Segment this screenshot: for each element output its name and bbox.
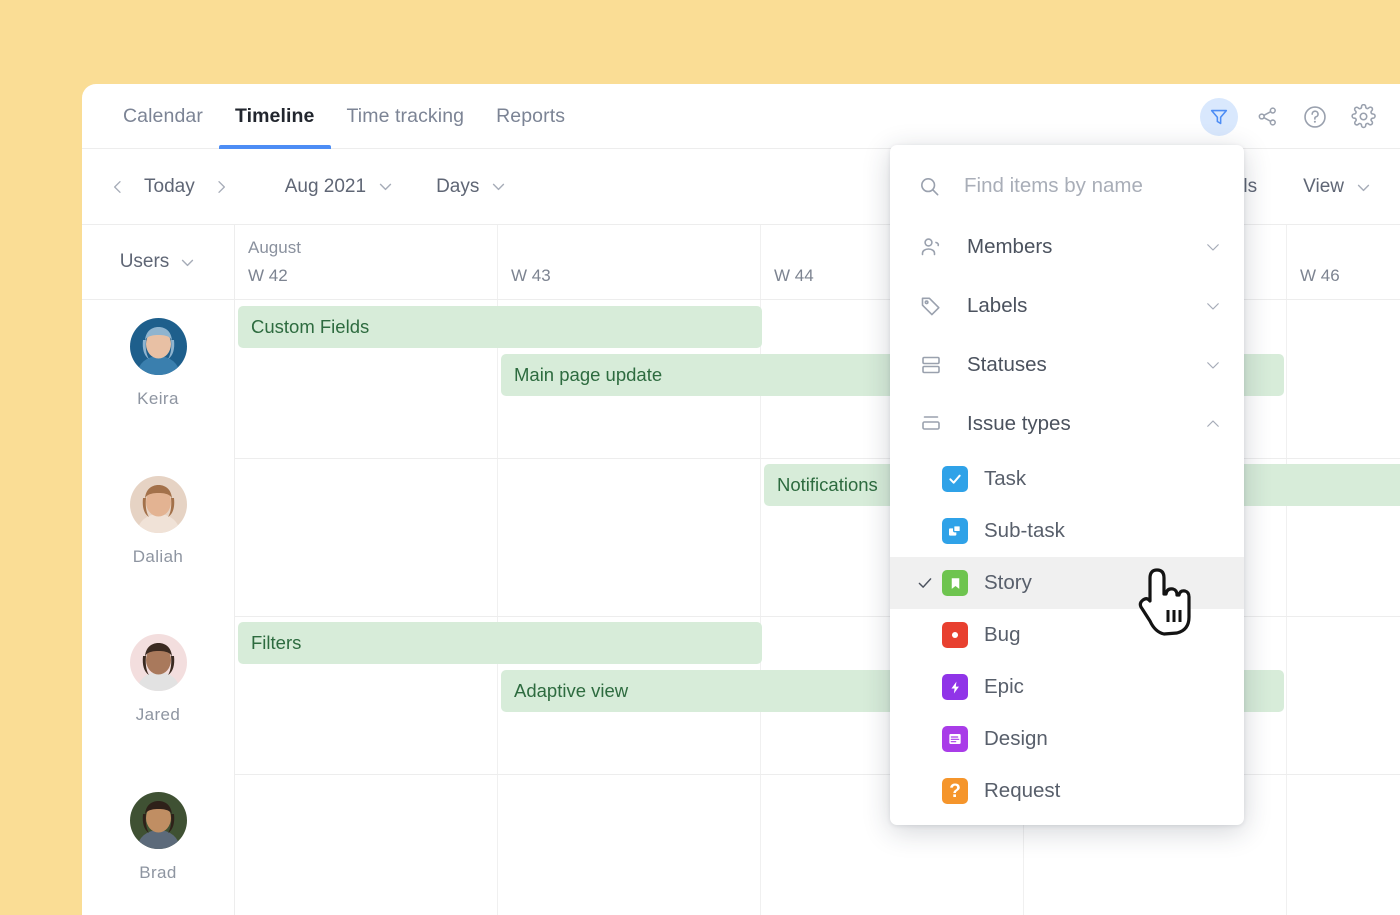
week-label: W 42	[248, 266, 288, 285]
user-row: Jared	[82, 616, 234, 774]
user-name: Jared	[135, 705, 181, 724]
tab-timeline[interactable]: Timeline	[218, 84, 331, 149]
chevron-down-icon	[1204, 238, 1222, 256]
design-icon	[942, 726, 968, 752]
issue-type-label: Sub-task	[984, 519, 1065, 542]
prev-period-button[interactable]	[102, 171, 134, 203]
story-icon	[942, 570, 968, 596]
avatar[interactable]	[129, 634, 187, 691]
user-name: Brad	[139, 863, 177, 882]
issue-type-label: Request	[984, 779, 1061, 802]
view-selector[interactable]: View	[1303, 176, 1372, 198]
filter-group-members[interactable]: Members	[890, 217, 1244, 276]
share-icon[interactable]	[1248, 98, 1286, 136]
timeline-bar[interactable]: Filters	[238, 622, 762, 664]
task-icon	[942, 466, 968, 492]
chevron-down-icon	[1355, 179, 1372, 196]
label-tag-icon	[918, 294, 944, 318]
issue-types-icon	[918, 412, 944, 436]
lane-column	[1287, 300, 1400, 915]
issue-type-label: Design	[984, 727, 1048, 750]
user-name: Keira	[137, 389, 179, 408]
tab-bar: Calendar Timeline Time tracking Reports	[82, 84, 1400, 149]
next-period-button[interactable]	[205, 171, 237, 203]
filter-group-labels[interactable]: Labels	[890, 276, 1244, 335]
gear-icon[interactable]	[1344, 98, 1382, 136]
period-label: Aug 2021	[284, 175, 367, 197]
filter-group-label: Labels	[967, 293, 1028, 317]
search-input[interactable]	[964, 174, 1214, 198]
week-label: W 43	[511, 266, 551, 285]
week-header-cell: W 43	[498, 225, 761, 299]
issue-type-sub-task[interactable]: Sub-task	[890, 505, 1244, 557]
tab-reports[interactable]: Reports	[480, 84, 581, 149]
truncated-toolbar-label: ls	[1243, 176, 1258, 197]
tab-label: Calendar	[123, 104, 203, 127]
toolbar-right-group: ls View	[1243, 149, 1372, 225]
check-icon	[908, 574, 942, 592]
statuses-icon	[918, 353, 944, 377]
users-column-header[interactable]: Users	[82, 225, 235, 299]
tab-label: Time tracking	[346, 104, 465, 127]
filter-group-label: Statuses	[967, 352, 1047, 376]
user-name: Daliah	[132, 547, 184, 566]
filter-group-label: Members	[967, 234, 1053, 258]
epic-icon	[942, 674, 968, 700]
timeline-bar[interactable]: Custom Fields	[238, 306, 762, 348]
help-icon[interactable]	[1296, 98, 1334, 136]
avatar[interactable]	[129, 792, 187, 849]
chevron-down-icon	[1204, 356, 1222, 374]
tab-bar-actions	[1200, 84, 1382, 149]
filter-icon[interactable]	[1200, 97, 1238, 136]
zoom-level-label: Days	[436, 175, 480, 197]
members-icon	[918, 235, 944, 259]
chevron-down-icon	[490, 178, 507, 195]
issue-type-label: Bug	[984, 623, 1021, 646]
issue-type-design[interactable]: Design	[890, 713, 1244, 765]
issue-type-task[interactable]: Task	[890, 453, 1244, 505]
filter-dropdown-panel: Members Labels Statuses Issue types Task Sub…	[890, 145, 1244, 825]
filter-group-issue-types[interactable]: Issue types	[890, 394, 1244, 453]
chevron-down-icon	[179, 254, 196, 271]
issue-type-request[interactable]: ? Request	[890, 765, 1244, 817]
avatar[interactable]	[129, 476, 187, 533]
today-button[interactable]: Today	[138, 176, 201, 198]
issue-type-bug[interactable]: Bug	[890, 609, 1244, 661]
chevron-up-icon	[1204, 415, 1222, 433]
week-label: W 46	[1300, 266, 1340, 285]
chevron-down-icon	[1204, 297, 1222, 315]
week-header-cell: W 46	[1287, 225, 1400, 299]
user-row: Brad	[82, 774, 234, 915]
issue-type-label: Task	[984, 467, 1027, 490]
week-header-cell: W 42	[235, 225, 498, 299]
week-label: W 44	[774, 266, 814, 285]
filter-search-row	[890, 155, 1244, 217]
avatar[interactable]	[129, 318, 187, 375]
user-row: Daliah	[82, 458, 234, 616]
request-icon: ?	[942, 778, 968, 804]
user-row: Keira	[82, 300, 234, 458]
tab-label: Reports	[496, 104, 566, 127]
sub-task-icon	[942, 518, 968, 544]
issue-type-story[interactable]: Story	[890, 557, 1244, 609]
users-header-label: Users	[119, 251, 170, 272]
tab-calendar[interactable]: Calendar	[107, 84, 219, 149]
issue-type-label: Story	[984, 571, 1032, 594]
search-icon	[918, 175, 941, 198]
tab-label: Timeline	[234, 104, 315, 127]
lane-column	[235, 300, 498, 915]
tab-time-tracking[interactable]: Time tracking	[331, 84, 481, 149]
view-label: View	[1303, 176, 1344, 197]
period-selector[interactable]: Aug 2021	[285, 176, 394, 198]
issue-type-label: Epic	[984, 675, 1024, 698]
bug-icon	[942, 622, 968, 648]
users-list: Keira Daliah Jared Brad	[82, 300, 235, 915]
date-nav-group: Today	[102, 171, 237, 203]
filter-group-statuses[interactable]: Statuses	[890, 335, 1244, 394]
issue-type-epic[interactable]: Epic	[890, 661, 1244, 713]
filter-group-label: Issue types	[967, 411, 1071, 435]
chevron-down-icon	[377, 178, 394, 195]
zoom-level-selector[interactable]: Days	[436, 176, 507, 198]
